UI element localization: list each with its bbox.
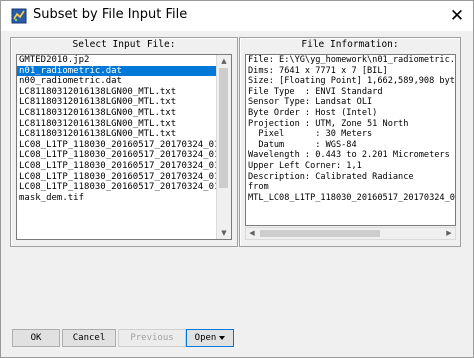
scroll-thumb-horizontal[interactable] — [260, 230, 380, 237]
ok-button[interactable]: OK — [12, 329, 60, 347]
file-list-scrollbar[interactable]: ▲ ▼ — [216, 55, 231, 239]
info-line: Sensor Type: Landsat OLI — [248, 97, 373, 108]
open-button[interactable]: Open — [186, 329, 234, 347]
info-line: Wavelength : 0.443 to 2.201 Micrometers — [248, 150, 450, 161]
scroll-down-icon[interactable]: ▼ — [217, 227, 231, 239]
file-list-item[interactable]: LC81180312016138LGN00_MTL.txt — [17, 108, 231, 119]
file-list-item[interactable]: LC08_L1TP_118030_20160517_20170324_01_T1 — [17, 172, 231, 183]
window-title: Subset by File Input File — [33, 7, 188, 22]
info-line: File: E:\YG\yg_homework\n01_radiometric.… — [248, 55, 455, 65]
file-list-item[interactable]: LC08_L1TP_118030_20160517_20170324_01_T1 — [17, 150, 231, 161]
subset-dialog: Subset by File Input File ✕ Select Input… — [0, 0, 474, 358]
file-information-label: File Information: — [301, 39, 399, 50]
info-line: File Type : ENVI Standard — [248, 86, 383, 97]
file-list-item[interactable]: LC81180312016138LGN00_MTL.txt — [17, 97, 231, 108]
scroll-right-icon[interactable]: ▶ — [443, 228, 455, 239]
info-line: Dims: 7641 x 7771 x 7 [BIL] — [248, 65, 388, 76]
select-file-panel: Select Input File: GMTED2010.jp2 n01_radi… — [10, 37, 238, 247]
info-line: from — [248, 182, 269, 193]
file-info-text[interactable]: File: E:\YG\yg_homework\n01_radiometric.… — [245, 54, 456, 226]
info-line: Byte Order : Host (Intel) — [248, 107, 378, 118]
info-line: Pixel : 30 Meters — [248, 129, 373, 140]
file-list-item[interactable]: n01_radiometric.dat — [17, 65, 231, 77]
info-line: Size: [Floating Point] 1,662,589,908 byt… — [248, 76, 455, 87]
file-list-item[interactable]: LC81180312016138LGN00_MTL.txt — [17, 129, 231, 140]
file-list-item[interactable]: LC81180312016138LGN00_MTL.txt — [17, 87, 231, 98]
open-button-label: Open — [194, 333, 217, 343]
button-bar: OK Cancel Previous Open — [10, 324, 466, 350]
file-list-item[interactable]: LC08_L1TP_118030_20160517_20170324_01_T1 — [17, 182, 231, 193]
file-information-panel: File Information: File: E:\YG\yg_homewor… — [239, 37, 461, 247]
title-bar[interactable]: Subset by File Input File ✕ — [1, 1, 473, 31]
envi-app-icon — [11, 8, 27, 24]
info-line: Upper Left Corner: 1,1 — [248, 160, 362, 171]
file-list-item[interactable]: LC08_L1TP_118030_20160517_20170324_01_T1 — [17, 161, 231, 172]
file-list-item[interactable]: LC81180312016138LGN00_MTL.txt — [17, 119, 231, 130]
close-icon[interactable]: ✕ — [447, 6, 467, 26]
chevron-down-icon — [219, 335, 226, 340]
file-list[interactable]: GMTED2010.jp2 n01_radiometric.dat n00_radi… — [16, 54, 232, 240]
file-list-item[interactable]: mask_dem.tif — [17, 193, 231, 204]
file-list-item[interactable]: LC08_L1TP_118030_20160517_20170324_01_T1 — [17, 140, 231, 151]
file-list-item[interactable]: n00_radiometric.dat — [17, 76, 231, 87]
previous-button[interactable]: Previous — [118, 329, 186, 347]
select-file-label: Select Input File: — [72, 39, 176, 50]
cancel-button[interactable]: Cancel — [62, 329, 116, 347]
info-line: Datum : WGS-84 — [248, 139, 357, 150]
file-info-scrollbar[interactable]: ◀ ▶ — [245, 227, 456, 240]
scroll-left-icon[interactable]: ◀ — [246, 228, 258, 239]
info-line: Projection : UTM, Zone 51 North — [248, 118, 409, 129]
info-line: Description: Calibrated Radiance — [248, 171, 414, 182]
file-list-item[interactable]: GMTED2010.jp2 — [17, 55, 231, 66]
scroll-thumb[interactable] — [219, 68, 228, 188]
info-line: MTL_LC08_L1TP_118030_20160517_20170324_0… — [248, 192, 455, 203]
scroll-up-icon[interactable]: ▲ — [217, 55, 231, 67]
